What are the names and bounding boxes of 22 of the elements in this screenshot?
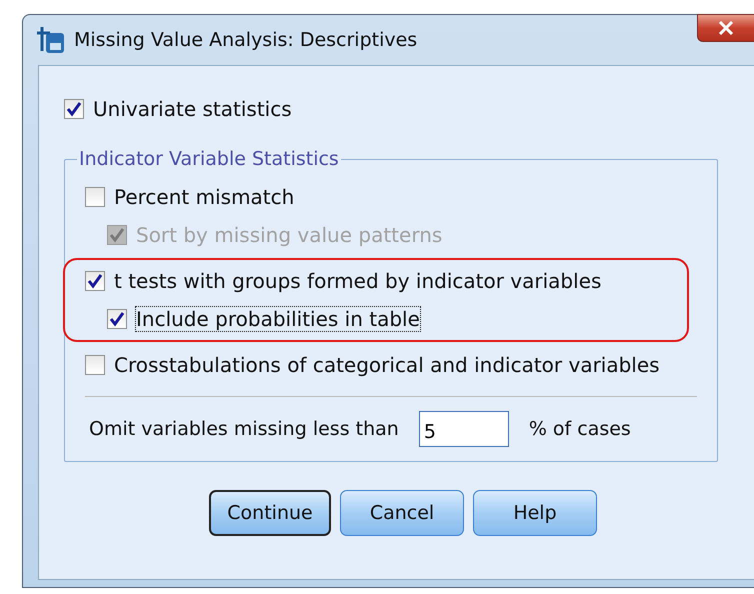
close-icon (718, 21, 734, 35)
checkbox-label: Percent mismatch (114, 185, 294, 209)
checkbox[interactable] (85, 355, 105, 375)
percent-field[interactable]: 5 (418, 411, 509, 447)
checkbox-label: Crosstabulations of categorical and indicator variables (114, 353, 660, 377)
dialog-button[interactable]: Continue (209, 490, 331, 536)
checkbox[interactable] (64, 99, 84, 119)
omit-label: Omit variables missing less than (89, 418, 399, 440)
app-icon (36, 25, 66, 55)
unit-label: % of cases (528, 418, 631, 440)
close-button[interactable] (697, 14, 754, 42)
checkbox[interactable] (85, 187, 105, 207)
checkbox-label: Sort by missing value patterns (136, 223, 442, 247)
window-title: Missing Value Analysis: Descriptives (74, 29, 418, 51)
dialog-button[interactable]: Cancel (340, 490, 464, 536)
checkbox-label: t tests with groups formed by indicator variables (114, 269, 602, 293)
dialog-button[interactable]: Help (473, 490, 597, 536)
checkbox[interactable] (107, 309, 127, 329)
checkbox[interactable] (85, 271, 105, 291)
checkbox-label: Include probabilities in table (136, 307, 420, 331)
checkbox-label: Univariate statistics (93, 97, 292, 121)
group-title: Indicator Variable Statistics (78, 148, 340, 170)
